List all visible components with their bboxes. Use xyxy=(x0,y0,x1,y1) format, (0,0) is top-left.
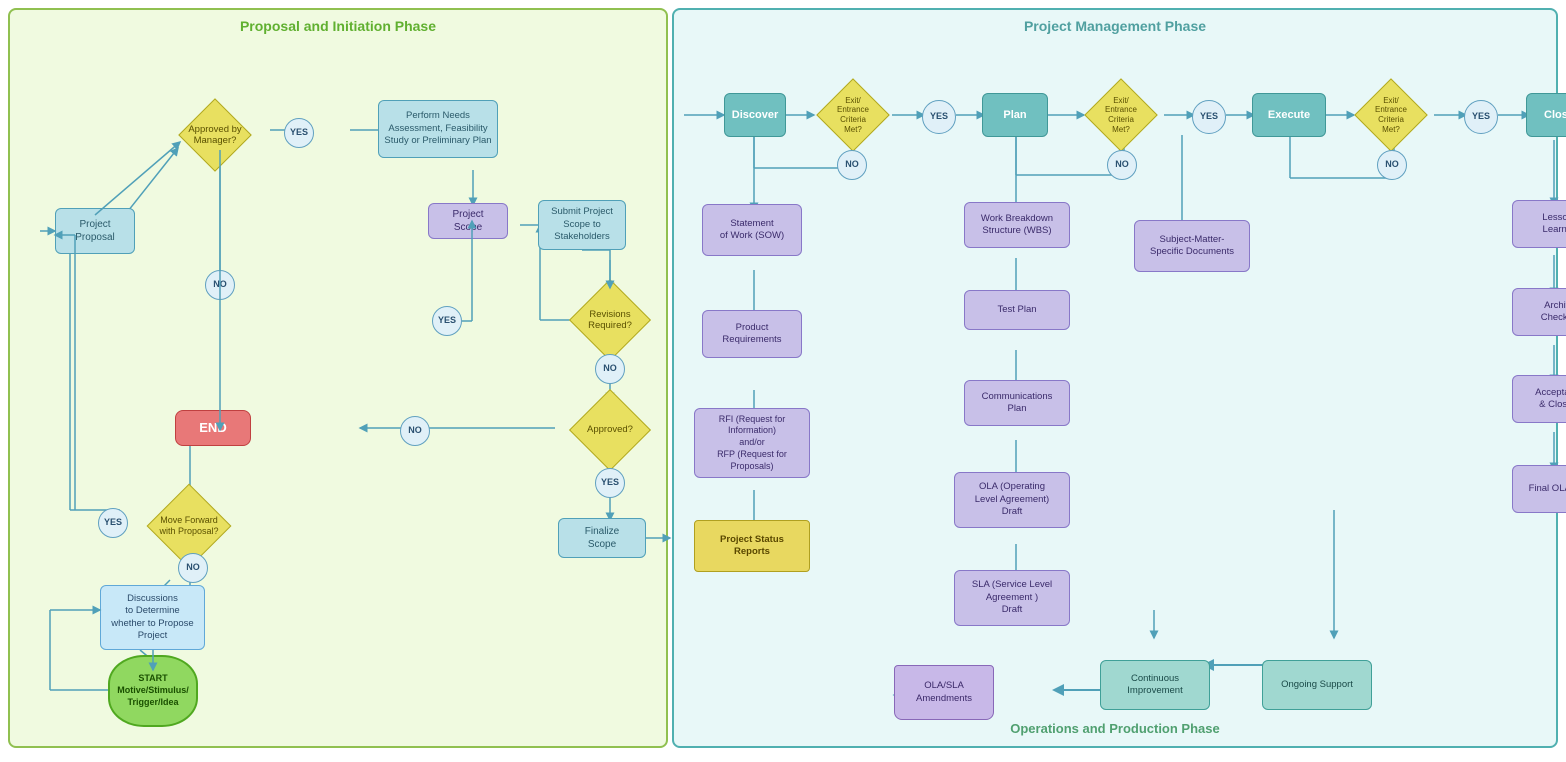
lessons-learned-node: LessonsLearned xyxy=(1512,200,1566,248)
discussions-node: Discussionsto Determinewhether to Propos… xyxy=(100,585,205,650)
start-node: STARTMotive/Stimulus/Trigger/Idea xyxy=(108,655,198,727)
no-r3: NO xyxy=(1377,150,1407,180)
left-panel: Proposal and Initiation Phase xyxy=(8,8,668,748)
project-status-node: Project StatusReports xyxy=(694,520,810,572)
ola-amendments-node: OLA/SLAAmendments xyxy=(894,665,994,720)
archive-checklist-node: ArchiveChecklist xyxy=(1512,288,1566,336)
no-circle-2: NO xyxy=(205,270,235,300)
yes-circle-4: YES xyxy=(98,508,128,538)
approved-by-manager-diamond: Approved byManager? xyxy=(165,105,265,165)
yes-circle-2: YES xyxy=(432,306,462,336)
no-circle-end: NO xyxy=(400,416,430,446)
exit1-diamond: Exit/EntranceCriteriaMet? xyxy=(810,83,896,147)
no-circle-3: NO xyxy=(178,553,208,583)
product-req-node: ProductRequirements xyxy=(702,310,802,358)
finalize-scope-node: FinalizeScope xyxy=(558,518,646,558)
ops-section: OLA/SLAAmendments ContinuousImprovement … xyxy=(674,618,1556,738)
yes-r1: YES xyxy=(922,100,956,134)
move-forward-diamond: Move Forwardwith Proposal? xyxy=(130,490,248,562)
ola-draft-node: OLA (OperatingLevel Agreement)Draft xyxy=(954,472,1070,528)
execute-node: Execute xyxy=(1252,93,1326,137)
continuous-improvement-node: ContinuousImprovement xyxy=(1100,660,1210,710)
right-phase-title: Project Management Phase xyxy=(674,18,1556,34)
exit3-diamond: Exit/EntranceCriteriaMet? xyxy=(1348,83,1434,147)
end-node: END xyxy=(175,410,251,446)
yes-r3: YES xyxy=(1464,100,1498,134)
project-proposal-node: Project Proposal xyxy=(55,208,135,254)
close-node: Close xyxy=(1526,93,1566,137)
sow-node: Statementof Work (SOW) xyxy=(702,204,802,256)
comms-plan-node: CommunicationsPlan xyxy=(964,380,1070,426)
project-scope-node: ProjectScope xyxy=(428,203,508,239)
right-panel: Project Management Phase xyxy=(672,8,1558,748)
test-plan-node: Test Plan xyxy=(964,290,1070,330)
plan-node: Plan xyxy=(982,93,1048,137)
yes-circle-3: YES xyxy=(595,468,625,498)
revisions-required-diamond: RevisionsRequired? xyxy=(555,285,665,355)
yes-r2: YES xyxy=(1192,100,1226,134)
perform-needs-node: Perform NeedsAssessment, FeasibilityStud… xyxy=(378,100,498,158)
acceptance-node: Acceptance& Closure xyxy=(1512,375,1566,423)
no-circle-1: NO xyxy=(595,354,625,384)
main-container: Proposal and Initiation Phase xyxy=(0,0,1566,762)
ongoing-support-node: Ongoing Support xyxy=(1262,660,1372,710)
ops-title: Operations and Production Phase xyxy=(674,720,1556,738)
approved-diamond: Approved? xyxy=(555,395,665,465)
discover-node: Discover xyxy=(724,93,786,137)
no-r2: NO xyxy=(1107,150,1137,180)
wbs-node: Work BreakdownStructure (WBS) xyxy=(964,202,1070,248)
subject-matter-node: Subject-Matter-Specific Documents xyxy=(1134,220,1250,272)
no-r1: NO xyxy=(837,150,867,180)
rfi-node: RFI (Request forInformation)and/orRFP (R… xyxy=(694,408,810,478)
submit-scope-node: Submit ProjectScope toStakeholders xyxy=(538,200,626,250)
yes-circle-1: YES xyxy=(284,118,314,148)
final-ola-node: Final OLA/SLA xyxy=(1512,465,1566,513)
exit2-diamond: Exit/EntranceCriteriaMet? xyxy=(1078,83,1164,147)
left-phase-title: Proposal and Initiation Phase xyxy=(10,18,666,34)
